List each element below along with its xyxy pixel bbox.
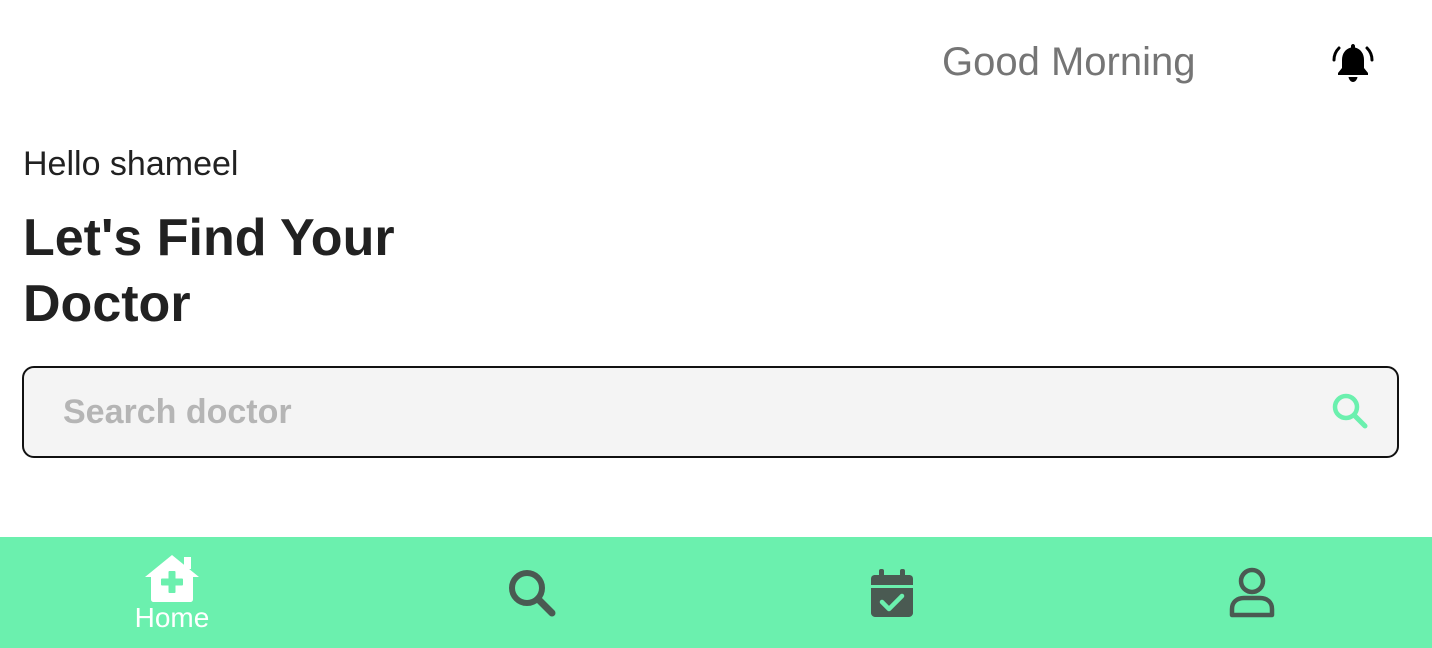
nav-item-appointments[interactable] bbox=[792, 537, 992, 648]
nav-item-profile[interactable] bbox=[1152, 537, 1352, 648]
user-icon bbox=[1229, 567, 1275, 617]
home-screen: Good Morning Hello shameel Let's Find Yo… bbox=[0, 0, 1432, 648]
bell-ringing-icon bbox=[1332, 44, 1374, 82]
search-icon[interactable] bbox=[1329, 390, 1373, 434]
search-doctor-input[interactable] bbox=[24, 367, 1329, 457]
home-medical-icon bbox=[145, 554, 199, 602]
notification-bell-icon[interactable] bbox=[1330, 40, 1376, 84]
calendar-check-icon bbox=[871, 568, 913, 617]
bottom-navigation-bar: Home bbox=[0, 537, 1432, 648]
search-bar bbox=[22, 366, 1399, 458]
nav-label-home: Home bbox=[134, 601, 210, 633]
nav-item-home[interactable]: Home bbox=[72, 537, 272, 648]
page-headline: Let's Find Your Doctor bbox=[23, 209, 395, 333]
hello-user-text: Hello shameel bbox=[23, 145, 239, 183]
nav-item-search[interactable] bbox=[432, 537, 632, 648]
search-icon bbox=[509, 569, 556, 616]
greeting-text: Good Morning bbox=[942, 40, 1196, 84]
